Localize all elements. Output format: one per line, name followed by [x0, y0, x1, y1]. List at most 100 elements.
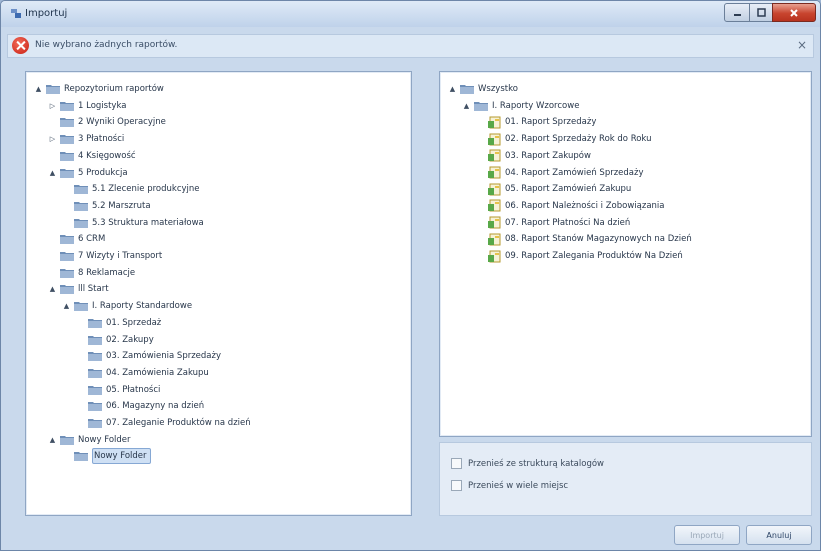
tree-node-label[interactable]: 03. Zamówienia Sprzedaży [106, 349, 221, 363]
tree-node[interactable]: ▲ lll Start [48, 282, 109, 296]
checkbox-box[interactable] [451, 458, 462, 469]
tree-node[interactable]: ▲ Repozytorium raportów [34, 82, 164, 96]
maximize-button[interactable] [749, 3, 773, 22]
tree-node-label[interactable]: 06. Magazyny na dzień [106, 399, 204, 413]
tree-node[interactable]: 06. Magazyny na dzień [76, 399, 204, 413]
tree-node[interactable]: 09. Raport Zalegania Produktów Na Dzień [476, 249, 683, 263]
tree-node[interactable]: 01. Raport Sprzedaży [476, 115, 596, 129]
tree-node[interactable]: 04. Raport Zamówień Sprzedaży [476, 166, 644, 180]
tree-node[interactable]: ▷ 1 Logistyka [48, 99, 126, 113]
tree-node-label[interactable]: 02. Raport Sprzedaży Rok do Roku [505, 132, 651, 146]
close-icon [790, 8, 798, 17]
tree-node[interactable]: 03. Raport Zakupów [476, 149, 591, 163]
tree-node[interactable]: 02. Raport Sprzedaży Rok do Roku [476, 132, 651, 146]
folder-icon [88, 351, 102, 362]
import-button[interactable]: Importuj [674, 525, 740, 545]
title-bar[interactable]: Importuj [1, 1, 820, 27]
tree-node-label[interactable]: Repozytorium raportów [64, 82, 164, 96]
folder-icon [60, 251, 74, 261]
tree-node-label[interactable]: 08. Raport Stanów Magazynowych na Dzień [505, 232, 692, 246]
tree-node-label[interactable]: 5.2 Marszruta [92, 199, 151, 213]
tree-node[interactable]: 5.3 Struktura materiałowa [62, 216, 204, 230]
tree-node[interactable]: 07. Zaleganie Produktów na dzień [76, 416, 251, 430]
minimize-button[interactable] [724, 3, 750, 22]
tree-node[interactable]: 02. Zakupy [76, 333, 154, 347]
cancel-button[interactable]: Anuluj [746, 525, 812, 545]
tree-node-label[interactable]: 04. Raport Zamówień Sprzedaży [505, 166, 644, 180]
tree-node-label[interactable]: 8 Reklamacje [78, 266, 135, 280]
dismiss-error-button[interactable]: × [797, 38, 807, 52]
tree-node-label[interactable]: 05. Raport Zamówień Zakupu [505, 182, 631, 196]
tree-node[interactable]: 05. Płatności [76, 383, 160, 397]
error-icon [12, 37, 29, 54]
import-tree-panel[interactable]: ▲ Wszystko ▲ I. Raporty Wzorcowe 01. Raport … [439, 71, 812, 437]
tree-node-label[interactable]: 7 Wizyty i Transport [78, 249, 162, 263]
tree-node[interactable]: ▲ Nowy Folder [48, 433, 131, 447]
expand-toggle-icon[interactable]: ▷ [48, 101, 57, 110]
tree-node-label[interactable]: 01. Sprzedaż [106, 316, 161, 330]
tree-node[interactable]: 8 Reklamacje [48, 266, 135, 280]
expand-toggle-icon[interactable]: ▲ [48, 435, 57, 444]
tree-node-label[interactable]: 5.3 Struktura materiałowa [92, 216, 204, 230]
expand-toggle-icon[interactable]: ▲ [448, 85, 457, 94]
expand-toggle-icon[interactable]: ▲ [48, 285, 57, 294]
tree-node[interactable]: 08. Raport Stanów Magazynowych na Dzień [476, 232, 692, 246]
tree-node-label[interactable]: 3 Płatności [78, 132, 124, 146]
tree-node-label-selected[interactable]: Nowy Folder [92, 448, 151, 465]
tree-node-label[interactable]: 05. Płatności [106, 383, 160, 397]
tree-node-label[interactable]: 07. Raport Płatności Na dzień [505, 216, 630, 230]
tree-node-label[interactable]: 5 Produkcja [78, 166, 128, 180]
tree-node[interactable]: 07. Raport Płatności Na dzień [476, 216, 630, 230]
tree-node-label[interactable]: Wszystko [478, 82, 518, 96]
tree-node-label[interactable]: lll Start [78, 282, 109, 296]
with-structure-checkbox[interactable]: Przenieś ze strukturą katalogów [451, 458, 604, 469]
tree-node-label[interactable]: 1 Logistyka [78, 99, 126, 113]
tree-node[interactable]: ▲ I. Raporty Wzorcowe [462, 99, 579, 113]
tree-node-label[interactable]: 04. Zamówienia Zakupu [106, 366, 209, 380]
tree-node-label[interactable]: I. Raporty Wzorcowe [492, 99, 579, 113]
tree-node-label[interactable]: 4 Księgowość [78, 149, 136, 163]
expand-toggle-icon[interactable]: ▷ [48, 135, 57, 144]
close-window-button[interactable] [772, 3, 816, 22]
tree-node[interactable]: 01. Sprzedaż [76, 316, 161, 330]
tree-node[interactable]: 5.2 Marszruta [62, 199, 151, 213]
tree-node-label[interactable]: 03. Raport Zakupów [505, 149, 591, 163]
expand-toggle-icon[interactable]: ▲ [48, 168, 57, 177]
repository-tree-panel[interactable]: ▲ Repozytorium raportów ▷ 1 Logistyka 2 Wyni… [25, 71, 412, 516]
tree-node-label[interactable]: I. Raporty Standardowe [92, 299, 192, 313]
folder-icon [88, 401, 102, 412]
tree-node-label[interactable]: 2 Wyniki Operacyjne [78, 115, 166, 129]
tree-node[interactable]: ▲ I. Raporty Standardowe [62, 299, 192, 313]
expand-toggle-icon[interactable]: ▲ [62, 302, 71, 311]
tree-node[interactable]: ▷ 3 Płatności [48, 132, 124, 146]
tree-node[interactable]: 7 Wizyty i Transport [48, 249, 162, 263]
multiple-places-checkbox[interactable]: Przenieś w wiele miejsc [451, 480, 568, 491]
folder-icon [474, 101, 488, 111]
tree-node[interactable]: 5.1 Zlecenie produkcyjne [62, 182, 200, 196]
tree-node[interactable]: 4 Księgowość [48, 149, 136, 163]
expand-toggle-icon[interactable]: ▲ [462, 101, 471, 110]
expand-toggle-icon[interactable]: ▲ [34, 85, 43, 94]
tree-node-label[interactable]: 07. Zaleganie Produktów na dzień [106, 416, 251, 430]
tree-node-label[interactable]: Nowy Folder [78, 433, 131, 447]
tree-node-label[interactable]: 6 CRM [78, 232, 105, 246]
tree-node[interactable]: ▲ Wszystko [448, 82, 518, 96]
tree-node[interactable]: 03. Zamówienia Sprzedaży [76, 349, 221, 363]
tree-node-label[interactable]: 06. Raport Należności i Zobowiązania [505, 199, 664, 213]
tree-node-label[interactable]: 01. Raport Sprzedaży [505, 115, 596, 129]
tree-node-label[interactable]: 5.1 Zlecenie produkcyjne [92, 182, 200, 196]
tree-node[interactable]: 6 CRM [48, 232, 105, 246]
tree-node[interactable]: 06. Raport Należności i Zobowiązania [476, 199, 664, 213]
tree-node[interactable]: ▲ 5 Produkcja [48, 166, 128, 180]
tree-node[interactable]: Nowy Folder [62, 448, 151, 465]
tree-node[interactable]: 2 Wyniki Operacyjne [48, 115, 166, 129]
tree-node-label[interactable]: 02. Zakupy [106, 333, 154, 347]
tree-node-label[interactable]: 09. Raport Zalegania Produktów Na Dzień [505, 249, 683, 263]
tree-node[interactable]: 04. Zamówienia Zakupu [76, 366, 209, 380]
tree-node[interactable]: 05. Raport Zamówień Zakupu [476, 182, 631, 196]
folder-icon [60, 435, 74, 445]
checkbox-box[interactable] [451, 480, 462, 491]
